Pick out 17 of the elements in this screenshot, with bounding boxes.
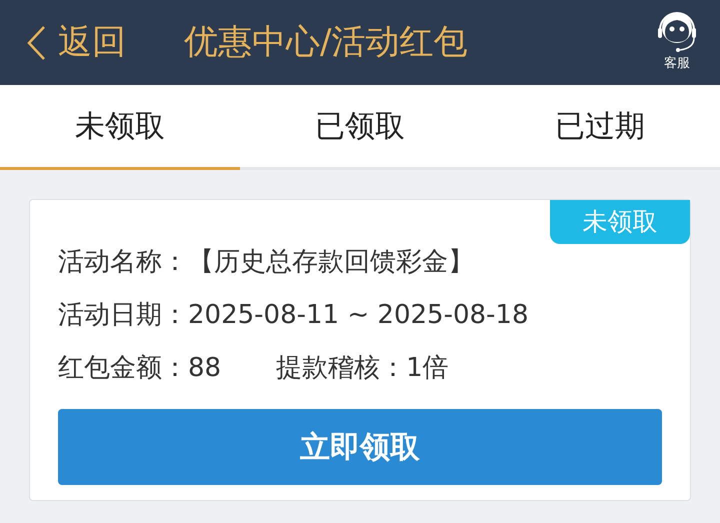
back-icon (26, 24, 46, 60)
field-label: 活动日期： (58, 299, 188, 332)
customer-service-button[interactable]: 客服 (656, 8, 698, 74)
field-label: 活动名称： (58, 246, 188, 279)
field-value: 88 (188, 352, 222, 385)
tab[interactable]: 已领取 (240, 85, 480, 170)
page-title: 优惠中心/活动红包 (184, 21, 468, 64)
field-value: 【历史总存款回馈彩金】 (188, 246, 474, 279)
field-label: 提款稽核： (276, 352, 406, 385)
claim-button[interactable]: 立即领取 (58, 409, 662, 485)
tab[interactable]: 未领取 (0, 85, 240, 170)
field-label: 红包金额： (58, 352, 188, 385)
tab[interactable]: 已过期 (480, 85, 720, 170)
back-button[interactable]: 返回 (26, 17, 126, 68)
status-badge: 未领取 (550, 200, 690, 244)
field-value: 1倍 (406, 352, 449, 385)
field-value: 2025-08-11 ~ 2025-08-18 (188, 299, 529, 332)
